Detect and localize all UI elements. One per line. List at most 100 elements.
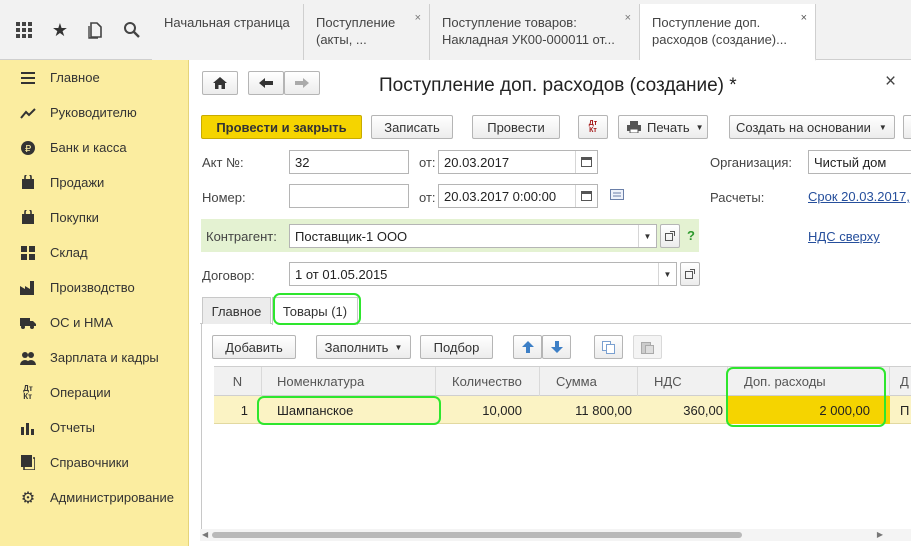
column-header-vat[interactable]: НДС [638, 367, 728, 396]
book-icon [20, 455, 36, 471]
number-date-value: 20.03.2017 0:00:00 [444, 189, 557, 204]
dt-kt-button[interactable]: Дт Кт [578, 115, 608, 139]
tab-main[interactable]: Главное [202, 297, 271, 324]
page-title: Поступление доп. расходов (создание) * [379, 75, 737, 96]
sidebar-item-reports[interactable]: Отчеты [0, 410, 189, 445]
column-header-qty[interactable]: Количество [436, 367, 540, 396]
calculations-link[interactable]: Срок 20.03.2017, [808, 189, 911, 204]
organization-field[interactable]: Чистый дом [808, 150, 911, 174]
print-label: Печать [647, 119, 690, 135]
sidebar-item-salary[interactable]: Зарплата и кадры [0, 340, 189, 375]
tab-label: Начальная страница [164, 15, 290, 30]
paste-button[interactable] [633, 335, 662, 359]
sidebar-item-catalogs[interactable]: Справочники [0, 445, 189, 480]
number-field[interactable] [289, 184, 409, 208]
comment-icon[interactable] [610, 189, 624, 204]
post-button[interactable]: Провести [472, 115, 560, 139]
sidebar-item-label: Покупки [50, 210, 99, 225]
scroll-thumb[interactable] [212, 532, 742, 538]
act-date-field[interactable]: 20.03.2017 [438, 150, 598, 174]
cart-icon [20, 210, 36, 226]
act-number-field[interactable]: 32 [289, 150, 409, 174]
close-icon[interactable]: × [885, 71, 896, 93]
column-header-d[interactable]: Д [890, 367, 911, 396]
scroll-left-icon[interactable]: ◀ [202, 530, 208, 539]
back-button[interactable] [248, 71, 284, 95]
chevron-down-icon[interactable]: ▼ [658, 263, 676, 285]
add-button[interactable]: Добавить [212, 335, 296, 359]
svg-text:₽: ₽ [25, 144, 32, 155]
sidebar-item-production[interactable]: Производство [0, 270, 189, 305]
save-button[interactable]: Записать [371, 115, 453, 139]
chevron-down-icon: ▼ [695, 122, 704, 132]
sidebar-item-manager[interactable]: Руководителю [0, 95, 189, 130]
contract-label: Договор: [202, 268, 255, 283]
contract-value: 1 от 01.05.2015 [295, 267, 388, 282]
sidebar-item-fixed-assets[interactable]: ОС и НМА [0, 305, 189, 340]
chevron-down-icon[interactable]: ▼ [638, 225, 656, 247]
number-label: Номер: [202, 190, 246, 205]
cell-vat[interactable]: 360,00 [638, 396, 723, 424]
select-button[interactable]: Подбор [420, 335, 493, 359]
sidebar-item-operations[interactable]: Дт Кт Операции [0, 375, 189, 410]
tab-receipt-acts[interactable]: Поступление (акты, ... × [304, 4, 430, 60]
sidebar-item-bank[interactable]: ₽ Банк и касса [0, 130, 189, 165]
copy-button[interactable] [594, 335, 623, 359]
counterparty-field[interactable]: Поставщик-1 ООО ▼ [289, 224, 657, 248]
star-icon[interactable]: ★ [49, 19, 71, 41]
print-button[interactable]: Печать ▼ [618, 115, 708, 139]
history-icon[interactable] [85, 19, 107, 41]
tab-receipt-goods[interactable]: Поступление товаров: Накладная УК00-0000… [430, 4, 640, 60]
tab-extra-expenses[interactable]: Поступление доп. расходов (создание)... … [640, 4, 816, 61]
truck-icon [20, 315, 36, 331]
fill-button[interactable]: Заполнить ▼ [316, 335, 411, 359]
horizontal-scrollbar[interactable]: ◀ ▶ [200, 529, 911, 541]
cell-qty[interactable]: 10,000 [436, 396, 522, 424]
column-header-n[interactable]: N [214, 367, 262, 396]
number-date-field[interactable]: 20.03.2017 0:00:00 [438, 184, 598, 208]
people-icon [20, 350, 36, 366]
organization-label: Организация: [710, 155, 793, 170]
post-and-close-button[interactable]: Провести и закрыть [201, 115, 362, 139]
close-icon[interactable]: × [415, 10, 421, 27]
chevron-down-icon: ▼ [394, 342, 403, 352]
close-icon[interactable]: × [625, 10, 631, 27]
more-button[interactable] [903, 115, 911, 139]
open-counterparty-button[interactable] [660, 224, 680, 248]
calendar-icon[interactable] [575, 151, 597, 173]
close-icon[interactable]: × [801, 10, 807, 27]
cell-sum[interactable]: 11 800,00 [540, 396, 632, 424]
search-icon[interactable] [121, 19, 143, 41]
home-button[interactable] [202, 71, 238, 95]
create-based-label: Создать на основании [736, 119, 871, 135]
sidebar-item-purchases[interactable]: Покупки [0, 200, 189, 235]
open-contract-button[interactable] [680, 262, 700, 286]
tab-label: Поступление (акты, ... [316, 15, 396, 47]
act-date-value: 20.03.2017 [444, 155, 510, 170]
calendar-icon[interactable] [575, 185, 597, 207]
tab-home[interactable]: Начальная страница [152, 4, 304, 60]
tab-label: Поступление товаров: Накладная УК00-0000… [442, 15, 615, 47]
fill-label: Заполнить [324, 339, 389, 355]
tab-label: Поступление доп. расходов (создание)... [652, 15, 787, 47]
factory-icon [20, 280, 36, 296]
column-header-sum[interactable]: Сумма [540, 367, 638, 396]
sidebar-item-label: Склад [50, 245, 88, 260]
move-down-button[interactable] [542, 335, 571, 359]
help-icon[interactable]: ? [687, 228, 695, 243]
arrow-left-icon [259, 78, 273, 88]
contract-field[interactable]: 1 от 01.05.2015 ▼ [289, 262, 677, 286]
from-label: от: [419, 190, 436, 205]
forward-button[interactable] [284, 71, 320, 95]
move-up-button[interactable] [513, 335, 542, 359]
scroll-right-icon[interactable]: ▶ [877, 530, 883, 539]
apps-grid-icon[interactable] [13, 19, 35, 41]
vat-on-top-link[interactable]: НДС сверху [808, 229, 880, 244]
sidebar-item-warehouse[interactable]: Склад [0, 235, 189, 270]
column-header-item[interactable]: Номенклатура [262, 367, 436, 396]
sidebar-item-main[interactable]: Главное [0, 60, 189, 95]
sidebar-item-sales[interactable]: Продажи [0, 165, 189, 200]
sidebar-item-label: Производство [50, 280, 135, 295]
create-based-on-button[interactable]: Создать на основании ▼ [729, 115, 895, 139]
sidebar-item-admin[interactable]: ⚙ Администрирование [0, 480, 189, 515]
